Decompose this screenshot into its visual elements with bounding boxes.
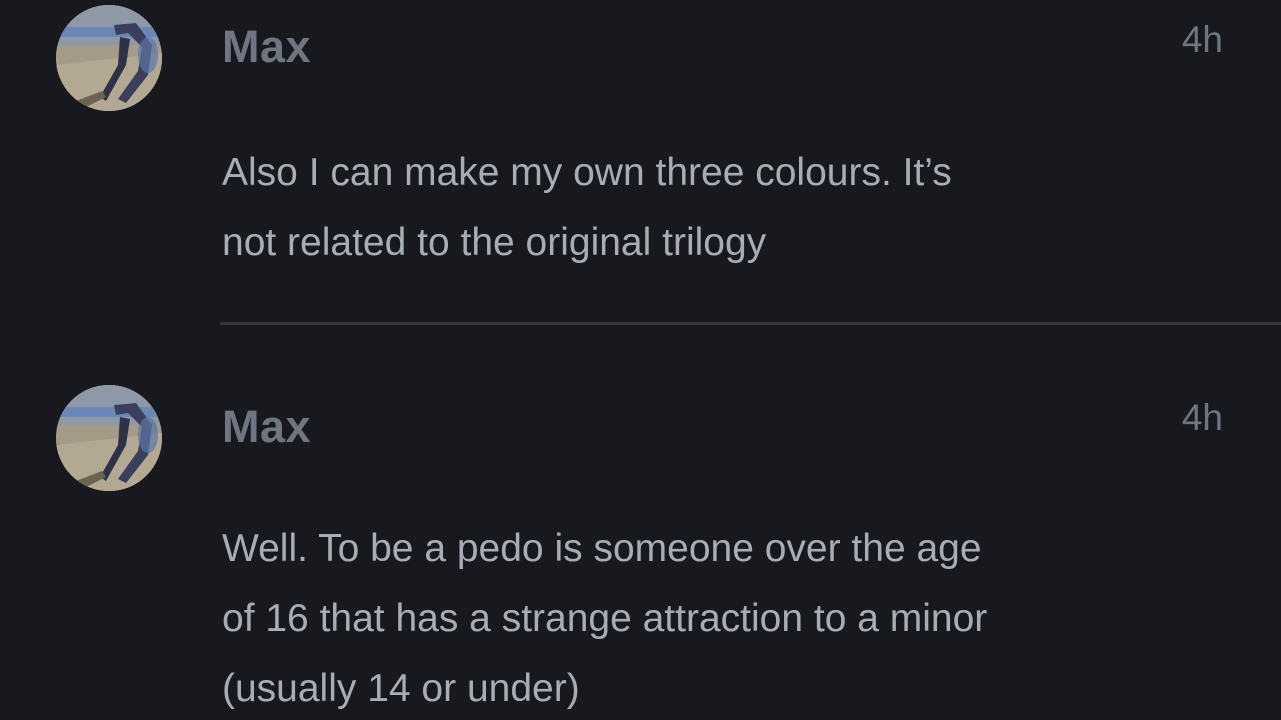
comment-text: Also I can make my own three colours. It… — [222, 138, 1232, 278]
avatar-photo — [56, 385, 162, 491]
comment-text-line: Well. To be a pedo is someone over the a… — [222, 527, 982, 570]
avatar[interactable] — [56, 5, 162, 111]
avatar[interactable] — [56, 385, 162, 491]
comment-thread: Max 4h Also I can make my own three colo… — [0, 0, 1281, 720]
avatar-photo — [56, 5, 162, 111]
comment-text-line: Also I can make my own three colours. It… — [222, 151, 952, 194]
comment-text-line: not related to the original trilogy — [222, 221, 767, 264]
comment-author[interactable]: Max — [222, 21, 311, 73]
comment-item: Max 4h Also I can make my own three colo… — [0, 0, 1281, 325]
comment-timestamp: 4h — [1181, 19, 1223, 60]
comment-text-line: (usually 14 or under) — [222, 667, 580, 710]
comment-divider — [220, 322, 1281, 325]
comment-timestamp: 4h — [1181, 397, 1223, 438]
comment-text: Well. To be a pedo is someone over the a… — [222, 514, 1232, 720]
comment-text-line: of 16 that has a strange attraction to a… — [222, 597, 988, 640]
comment-item: Max 4h Well. To be a pedo is someone ove… — [0, 326, 1281, 720]
comment-author[interactable]: Max — [222, 401, 311, 453]
